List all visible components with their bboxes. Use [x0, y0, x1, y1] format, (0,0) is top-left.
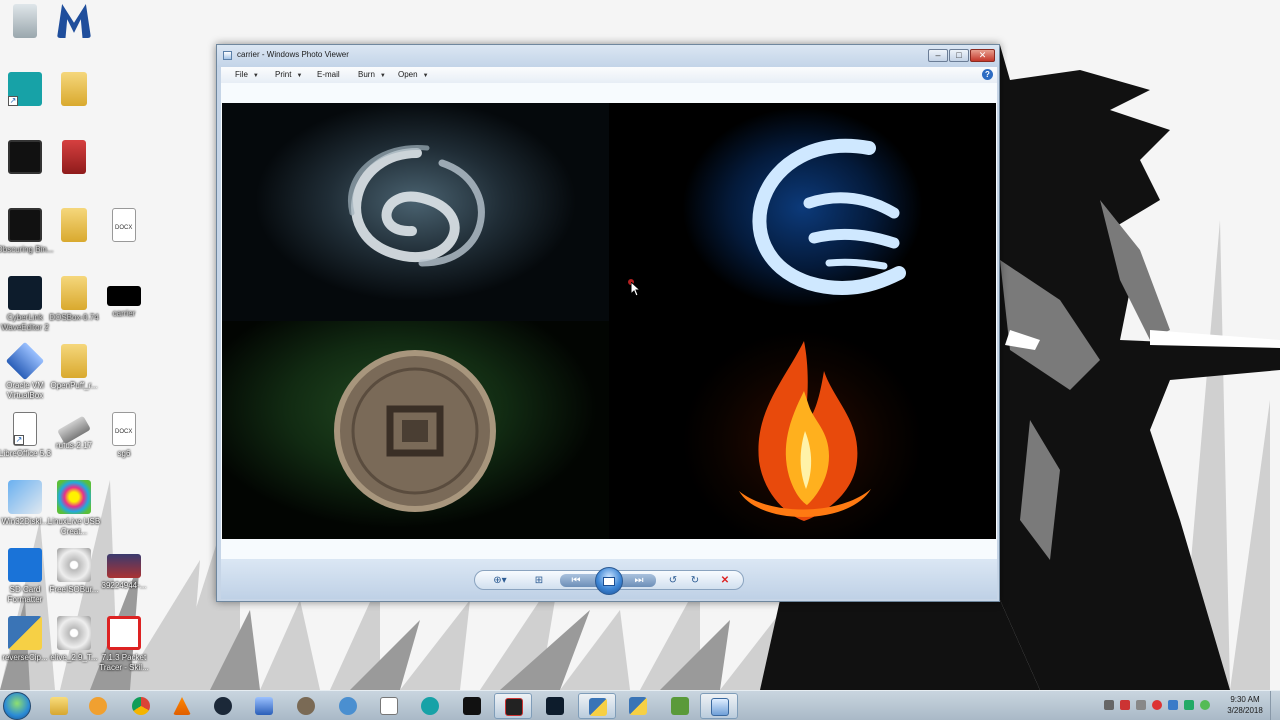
- folder-glyph-icon: [61, 72, 87, 106]
- displayed-image: [222, 103, 996, 539]
- menu-bar: File ▼ Print ▼ E-mail Burn ▼ Open ▼ ?: [221, 67, 997, 83]
- folder-glyph-icon: [61, 344, 87, 378]
- chevron-down-icon: ▼: [252, 73, 259, 79]
- linuxlive-glyph-icon: [57, 480, 91, 514]
- taskbar: 9:30 AM 3/28/2018: [0, 690, 1280, 720]
- taskbar-arduino-icon[interactable]: [411, 693, 449, 719]
- recorder-glyph-icon: [8, 140, 42, 174]
- docx-glyph-icon: DOCX: [112, 412, 136, 446]
- chevron-down-icon: ▼: [379, 73, 386, 79]
- taskbar-recorder-icon[interactable]: [494, 693, 532, 719]
- carrier-image-icon[interactable]: carrier: [95, 276, 153, 319]
- taskbar-screen-recorder-icon[interactable]: [453, 693, 491, 719]
- title-bar[interactable]: carrier - Windows Photo Viewer – □ ✕: [217, 45, 999, 67]
- taskbar-explorer-icon[interactable]: [40, 693, 78, 719]
- menu-open[interactable]: Open ▼: [398, 70, 429, 79]
- air-nation-symbol: [222, 103, 609, 321]
- chevron-down-icon: ▼: [296, 73, 303, 79]
- system-tray: [1100, 691, 1218, 720]
- taskbar-steam-icon[interactable]: [204, 693, 242, 719]
- image-canvas: [221, 83, 997, 559]
- clock-time[interactable]: 9:30 AM: [1222, 695, 1268, 704]
- sd-card-glyph-icon: [8, 548, 42, 582]
- tray-antivirus-icon[interactable]: [1152, 700, 1162, 710]
- menu-file[interactable]: File ▼: [235, 70, 259, 79]
- help-icon[interactable]: ?: [982, 69, 993, 80]
- taskbar-app-icon[interactable]: [329, 693, 367, 719]
- fire-nation-symbol: [609, 321, 996, 539]
- close-button[interactable]: ✕: [970, 49, 995, 62]
- image-thumbnail-icon: [107, 554, 141, 578]
- photo-viewer-icon: [223, 51, 232, 60]
- rotate-counterclockwise-icon[interactable]: ↺: [665, 574, 681, 587]
- taskbar-waveeditor-icon[interactable]: [536, 693, 574, 719]
- taskbar-virtualbox-icon[interactable]: [245, 693, 283, 719]
- mouse-cursor-icon: [631, 282, 641, 297]
- taskbar-gimp-icon[interactable]: [287, 693, 325, 719]
- next-icon[interactable]: ⏭: [631, 574, 647, 587]
- arduino-folder-icon[interactable]: [45, 72, 103, 109]
- previous-icon[interactable]: ⏮: [568, 574, 584, 587]
- archive-glyph-icon: [62, 140, 86, 174]
- minimize-button[interactable]: –: [928, 49, 948, 62]
- taskbar-chrome-icon[interactable]: [122, 693, 160, 719]
- openpuff-folder-icon[interactable]: OpenPuff_r...: [45, 344, 103, 391]
- tray-status-icon[interactable]: [1200, 700, 1210, 710]
- image-39224944-icon[interactable]: 39224944-...: [95, 548, 153, 591]
- playback-controls: ⊕▾ ⊞ ⏮ ⏭ ↺ ↻ ✕: [221, 559, 997, 599]
- window-title: carrier - Windows Photo Viewer: [237, 50, 349, 59]
- taskbar-notepad-icon[interactable]: [370, 693, 408, 719]
- show-desktop-button[interactable]: [1270, 691, 1280, 720]
- tray-security-icon[interactable]: [1120, 700, 1130, 710]
- taskbar-vlc-icon[interactable]: [163, 693, 201, 719]
- earth-kingdom-symbol: [222, 321, 609, 539]
- malwarebytes-glyph-icon: [57, 4, 91, 38]
- disk-imager-glyph-icon: [8, 480, 42, 514]
- folder-glyph-icon: [61, 276, 87, 310]
- taskbar-python-icon[interactable]: [578, 693, 616, 719]
- rotate-clockwise-icon[interactable]: ↻: [687, 574, 703, 587]
- folder-glyph-icon: [61, 208, 87, 242]
- red-archive-icon[interactable]: [45, 140, 103, 177]
- malwarebytes-icon[interactable]: [45, 4, 103, 41]
- clock-date[interactable]: 3/28/2018: [1222, 706, 1268, 715]
- menu-burn[interactable]: Burn ▼: [358, 70, 386, 79]
- volume-icon[interactable]: [1136, 700, 1146, 710]
- maximize-button[interactable]: □: [949, 49, 969, 62]
- chevron-down-icon: ▼: [422, 73, 429, 79]
- slideshow-icon[interactable]: [595, 567, 623, 595]
- start-button[interactable]: [3, 692, 31, 720]
- virtualbox-glyph-icon: [5, 341, 45, 381]
- menu-email[interactable]: E-mail: [317, 70, 340, 79]
- packet-tracer-glyph-icon: [107, 616, 141, 650]
- controls-pill: ⊕▾ ⊞ ⏮ ⏭ ↺ ↻ ✕: [474, 567, 744, 595]
- docx-file-icon[interactable]: DOCX: [95, 208, 153, 245]
- linuxlive-usb-creator-icon[interactable]: LinuxLive USB Creat...: [45, 480, 103, 537]
- waveform-glyph-icon: [8, 276, 42, 310]
- recycle-bin-glyph-icon: [13, 4, 37, 38]
- taskbar-media-player-icon[interactable]: [79, 693, 117, 719]
- taskbar-photo-viewer-icon[interactable]: [700, 693, 738, 719]
- libreoffice-glyph-icon: ↗: [13, 412, 37, 446]
- image-thumbnail-icon: [107, 286, 141, 306]
- sg6-docx-icon[interactable]: DOCX sg6: [95, 412, 153, 459]
- packet-tracer-icon[interactable]: 7.1.3 Packet Tracer - Skil...: [95, 616, 153, 673]
- docx-glyph-icon: DOCX: [112, 208, 136, 242]
- taskbar-python-idle-icon[interactable]: [619, 693, 657, 719]
- menu-print[interactable]: Print ▼: [275, 70, 302, 79]
- python-glyph-icon: [8, 616, 42, 650]
- water-tribe-symbol: [609, 103, 996, 321]
- delete-icon[interactable]: ✕: [717, 574, 733, 587]
- tray-app-icon[interactable]: [1184, 700, 1194, 710]
- taskbar-packet-tracer-icon[interactable]: [661, 693, 699, 719]
- network-icon[interactable]: [1168, 700, 1178, 710]
- photo-viewer-window: carrier - Windows Photo Viewer – □ ✕ Fil…: [216, 44, 1000, 602]
- disc-glyph-icon: [57, 616, 91, 650]
- tray-device-icon[interactable]: [1104, 700, 1114, 710]
- zoom-icon[interactable]: ⊕▾: [492, 574, 508, 587]
- obs-glyph-icon: [8, 208, 42, 242]
- disc-glyph-icon: [57, 548, 91, 582]
- fit-window-icon[interactable]: ⊞: [531, 574, 547, 587]
- arduino-glyph-icon: ↗: [8, 72, 42, 106]
